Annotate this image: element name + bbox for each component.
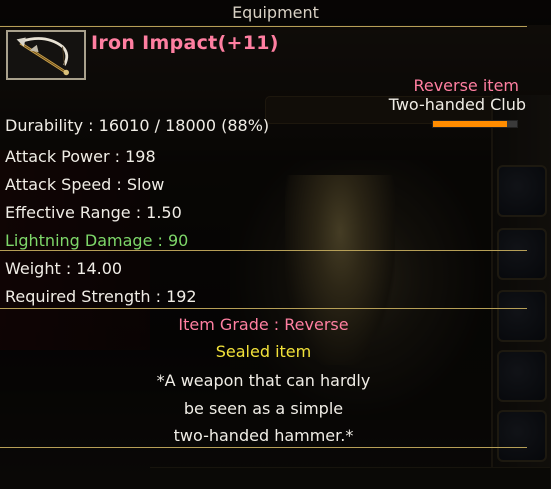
divider bbox=[0, 250, 527, 251]
stat-attack-power: Attack Power : 198 bbox=[5, 147, 156, 166]
equipment-title-bar: Equipment bbox=[0, 0, 551, 25]
stat-required-strength: Required Strength : 192 bbox=[5, 287, 197, 306]
item-grade: Item Grade : Reverse bbox=[178, 315, 349, 334]
description-line: *A weapon that can hardly bbox=[156, 371, 371, 390]
item-type: Two-handed Club bbox=[388, 95, 526, 114]
description-line: be seen as a simple bbox=[183, 399, 344, 418]
item-icon-graphic bbox=[9, 32, 83, 78]
divider bbox=[0, 447, 527, 448]
stat-effective-range: Effective Range : 1.50 bbox=[5, 203, 182, 222]
divider bbox=[0, 308, 527, 309]
divider bbox=[0, 26, 527, 27]
description-line: two-handed hammer.* bbox=[173, 426, 354, 445]
durability-bar bbox=[432, 120, 518, 128]
sealed-status: Sealed item bbox=[215, 342, 312, 361]
durability-bar-fill bbox=[433, 121, 507, 127]
crossbow-hammer-icon[interactable] bbox=[6, 30, 86, 80]
window-title: Equipment bbox=[232, 3, 319, 22]
stat-lightning-damage: Lightning Damage : 90 bbox=[5, 231, 189, 250]
item-tooltip: Equipment Iron Impact(+11) Reverse item … bbox=[0, 0, 551, 489]
item-name: Iron Impact(+11) bbox=[91, 32, 279, 54]
rarity-label: Reverse item bbox=[413, 76, 519, 95]
stat-weight: Weight : 14.00 bbox=[5, 259, 123, 278]
stat-attack-speed: Attack Speed : Slow bbox=[5, 175, 165, 194]
durability-text: Durability : 16010 / 18000 (88%) bbox=[5, 116, 270, 135]
